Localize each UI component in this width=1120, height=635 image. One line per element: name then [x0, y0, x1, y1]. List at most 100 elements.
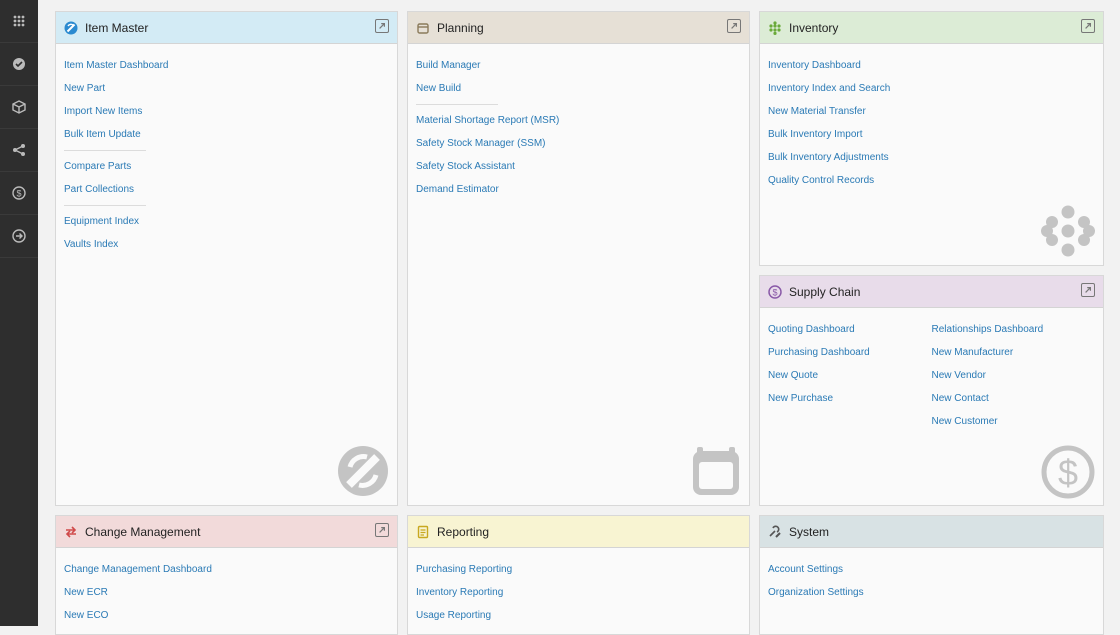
link-purchasing-reporting[interactable]: Purchasing Reporting — [416, 558, 741, 581]
panel-title: Planning — [437, 20, 484, 35]
panel-header-system: System — [760, 516, 1103, 548]
panel-header-planning: Planning — [408, 12, 749, 44]
link-organization-settings[interactable]: Organization Settings — [768, 581, 1095, 604]
arrow-right-icon — [12, 229, 26, 243]
link-new-manufacturer[interactable]: New Manufacturer — [932, 341, 1096, 364]
panel-body: Item Master Dashboard New Part Import Ne… — [56, 44, 397, 256]
divider — [64, 150, 146, 151]
calendar-icon — [416, 21, 430, 35]
link-new-quote[interactable]: New Quote — [768, 364, 932, 387]
link-compare-parts[interactable]: Compare Parts — [64, 155, 389, 178]
panel-body: Purchasing Reporting Inventory Reporting… — [408, 548, 749, 627]
open-external-icon[interactable] — [1081, 283, 1095, 297]
sidebar-item-dashboard[interactable] — [0, 0, 38, 43]
link-safety-stock-manager[interactable]: Safety Stock Manager (SSM) — [416, 132, 741, 155]
panel-planning: Planning Build Manager New Build Materia… — [407, 11, 750, 506]
inventory-watermark-icon — [1041, 205, 1095, 257]
link-safety-stock-assistant[interactable]: Safety Stock Assistant — [416, 155, 741, 178]
link-quality-control-records[interactable]: Quality Control Records — [768, 169, 1095, 192]
panel-header-item-master: Item Master — [56, 12, 397, 44]
panel-body: Change Management Dashboard New ECR New … — [56, 548, 397, 627]
svg-text:$: $ — [1058, 452, 1078, 493]
sidebar-item-quality[interactable] — [0, 43, 38, 86]
link-change-management-dashboard[interactable]: Change Management Dashboard — [64, 558, 389, 581]
link-import-new-items[interactable]: Import New Items — [64, 100, 389, 123]
link-new-purchase[interactable]: New Purchase — [768, 387, 932, 410]
link-equipment-index[interactable]: Equipment Index — [64, 210, 389, 233]
panel-body: Account Settings Organization Settings — [760, 548, 1103, 604]
panel-title: Item Master — [85, 20, 149, 35]
link-part-collections[interactable]: Part Collections — [64, 178, 389, 201]
sidebar-item-share[interactable] — [0, 129, 38, 172]
link-inventory-reporting[interactable]: Inventory Reporting — [416, 581, 741, 604]
panel-supply-chain: $ Supply Chain Quoting Dashboard Purchas… — [759, 275, 1104, 506]
open-external-icon[interactable] — [1081, 19, 1095, 33]
main-content: Item Master Item Master Dashboard New Pa… — [38, 0, 1120, 635]
link-account-settings[interactable]: Account Settings — [768, 558, 1095, 581]
panel-title: Change Management — [85, 524, 201, 539]
item-master-icon — [64, 21, 78, 35]
link-new-build[interactable]: New Build — [416, 77, 741, 100]
link-bulk-inventory-adjustments[interactable]: Bulk Inventory Adjustments — [768, 146, 1095, 169]
sidebar-item-next[interactable] — [0, 215, 38, 258]
panel-title: Reporting — [437, 524, 490, 539]
link-new-customer[interactable]: New Customer — [932, 410, 1096, 433]
badge-icon — [13, 58, 25, 70]
dollar-watermark-icon: $ — [1041, 445, 1095, 499]
calendar-watermark-icon — [693, 447, 739, 495]
link-purchasing-dashboard[interactable]: Purchasing Dashboard — [768, 341, 932, 364]
swap-arrows-icon — [64, 525, 78, 539]
open-external-icon[interactable] — [375, 19, 389, 33]
report-icon — [416, 525, 430, 539]
link-new-vendor[interactable]: New Vendor — [932, 364, 1096, 387]
panel-body: Quoting Dashboard Purchasing Dashboard N… — [760, 308, 1103, 433]
panel-header-supply-chain: $ Supply Chain — [760, 276, 1103, 308]
panel-change-management: Change Management Change Management Dash… — [55, 515, 398, 635]
svg-text:$: $ — [16, 189, 21, 199]
link-vaults-index[interactable]: Vaults Index — [64, 233, 389, 256]
panel-header-change-management: Change Management — [56, 516, 397, 548]
dollar-icon: $ — [12, 186, 26, 200]
link-bulk-item-update[interactable]: Bulk Item Update — [64, 123, 389, 146]
open-external-icon[interactable] — [727, 19, 741, 33]
item-master-watermark-icon — [338, 446, 388, 496]
link-new-material-transfer[interactable]: New Material Transfer — [768, 100, 1095, 123]
panel-title: Supply Chain — [789, 284, 861, 299]
link-new-eco[interactable]: New ECO — [64, 604, 389, 627]
link-new-contact[interactable]: New Contact — [932, 387, 1096, 410]
sidebar-item-items[interactable] — [0, 86, 38, 129]
share-icon — [13, 144, 25, 156]
open-external-icon[interactable] — [375, 523, 389, 537]
inventory-dots-icon — [768, 20, 782, 35]
link-usage-reporting[interactable]: Usage Reporting — [416, 604, 741, 627]
link-inventory-index-search[interactable]: Inventory Index and Search — [768, 77, 1095, 100]
grid-dots-icon — [13, 15, 25, 27]
panel-title: System — [789, 524, 830, 539]
link-new-ecr[interactable]: New ECR — [64, 581, 389, 604]
panel-body: Inventory Dashboard Inventory Index and … — [760, 44, 1103, 192]
cube-icon — [12, 100, 26, 114]
tools-icon — [768, 525, 782, 539]
divider — [416, 104, 498, 105]
dollar-circle-icon: $ — [768, 284, 782, 299]
link-build-manager[interactable]: Build Manager — [416, 54, 741, 77]
sidebar-item-supply-chain[interactable]: $ — [0, 172, 38, 215]
panel-reporting: Reporting Purchasing Reporting Inventory… — [407, 515, 750, 635]
link-material-shortage-report[interactable]: Material Shortage Report (MSR) — [416, 109, 741, 132]
link-quoting-dashboard[interactable]: Quoting Dashboard — [768, 318, 932, 341]
link-relationships-dashboard[interactable]: Relationships Dashboard — [932, 318, 1096, 341]
svg-text:$: $ — [772, 287, 777, 297]
panel-header-reporting: Reporting — [408, 516, 749, 548]
sidebar: $ — [0, 0, 38, 626]
link-column: Relationships Dashboard New Manufacturer… — [932, 318, 1096, 433]
link-bulk-inventory-import[interactable]: Bulk Inventory Import — [768, 123, 1095, 146]
panel-body: Build Manager New Build Material Shortag… — [408, 44, 749, 201]
link-inventory-dashboard[interactable]: Inventory Dashboard — [768, 54, 1095, 77]
link-item-master-dashboard[interactable]: Item Master Dashboard — [64, 54, 389, 77]
panel-inventory: Inventory Inventory Dashboard Inventory … — [759, 11, 1104, 266]
panel-system: System Account Settings Organization Set… — [759, 515, 1104, 635]
panel-title: Inventory — [789, 20, 839, 35]
link-demand-estimator[interactable]: Demand Estimator — [416, 178, 741, 201]
panel-item-master: Item Master Item Master Dashboard New Pa… — [55, 11, 398, 506]
link-new-part[interactable]: New Part — [64, 77, 389, 100]
